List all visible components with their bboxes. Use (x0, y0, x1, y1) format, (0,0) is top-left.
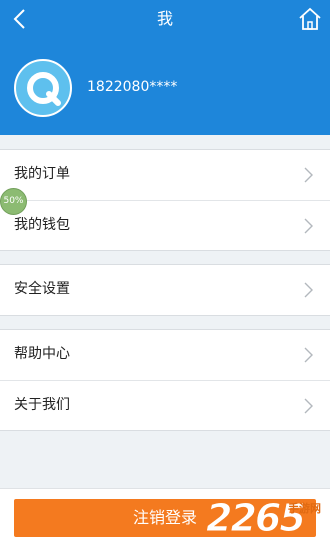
menu-item-label: 我的钱包 (14, 217, 70, 233)
menu-item-label: 我的订单 (14, 166, 70, 182)
home-button[interactable] (298, 6, 322, 32)
chevron-right-icon (304, 167, 313, 183)
watermark-logo: 2265 手游网 (206, 493, 330, 543)
username: 1822080**** (87, 79, 178, 95)
menu-group-support: 帮助中心 关于我们 (0, 329, 330, 431)
menu-item-label: 关于我们 (14, 397, 70, 413)
profile-header: 我 1822080**** (0, 0, 330, 135)
q-logo-icon (27, 72, 61, 106)
menu-item-security-settings[interactable]: 安全设置 (0, 265, 330, 315)
floating-progress-badge[interactable]: 50% (0, 188, 27, 215)
avatar[interactable] (14, 59, 72, 117)
chevron-right-icon (304, 347, 313, 363)
menu-group-account: 我的订单 我的钱包 (0, 149, 330, 251)
chevron-right-icon (304, 398, 313, 414)
top-bar: 我 (0, 0, 330, 38)
menu-item-help-center[interactable]: 帮助中心 (0, 330, 330, 380)
watermark-text: 手游网 (288, 502, 321, 515)
menu-item-label: 安全设置 (14, 281, 70, 297)
watermark-number: 2265 (206, 496, 307, 541)
menu-item-my-wallet[interactable]: 我的钱包 (0, 200, 330, 250)
home-icon (299, 7, 321, 30)
menu-group-security: 安全设置 (0, 264, 330, 316)
menu-item-my-orders[interactable]: 我的订单 (0, 150, 330, 200)
menu-item-about-us[interactable]: 关于我们 (0, 380, 330, 430)
menu-item-label: 帮助中心 (14, 346, 70, 362)
chevron-right-icon (304, 218, 313, 234)
chevron-right-icon (304, 282, 313, 298)
page-title: 我 (156, 9, 173, 28)
